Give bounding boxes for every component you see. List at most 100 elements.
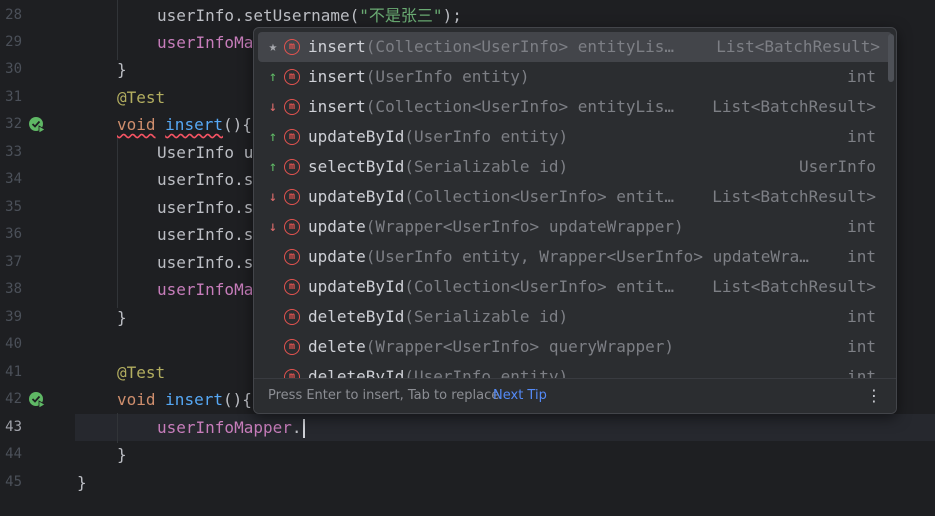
line-number: 36 (5, 226, 22, 242)
arrow-up-icon: ↑ (268, 129, 278, 145)
code-line: userInfo.s (157, 198, 254, 217)
star-icon: ★ (268, 39, 278, 55)
completion-item-type: int (847, 217, 876, 236)
completion-item[interactable]: m deleteById(Serializable id) int (254, 302, 896, 332)
completion-footer: Press Enter to insert, Tab to replace Ne… (254, 378, 896, 413)
method-icon: m (284, 369, 300, 378)
arrow-up-icon: ↑ (268, 159, 278, 175)
method-icon: m (284, 129, 300, 145)
code-line: userInfoMa (157, 33, 254, 52)
completion-item-name: insert(Collection<UserInfo> entityLis… (308, 97, 675, 116)
code-line: void insert(){ (117, 390, 252, 409)
line-number: 40 (5, 336, 22, 352)
completion-item-type: int (847, 127, 876, 146)
completion-item-name: update(Wrapper<UserInfo> updateWrapper) (308, 217, 684, 236)
line-number: 32 (5, 116, 22, 132)
line-number: 30 (5, 61, 22, 77)
method-icon: m (284, 279, 300, 295)
code-line: } (117, 308, 127, 327)
completion-item-type: List<BatchResult> (716, 37, 880, 56)
completion-item-name: deleteById(UserInfo entity) (308, 367, 569, 378)
text-caret (302, 419, 305, 438)
indent-guide (117, 0, 118, 60)
completion-item[interactable]: ↑ m selectById(Serializable id) UserInfo (254, 152, 896, 182)
completion-item-name: delete(Wrapper<UserInfo> queryWrapper) (308, 337, 675, 356)
line-number: 44 (5, 446, 22, 462)
completion-item-type: UserInfo (798, 157, 876, 176)
completion-item-name: updateById(Collection<UserInfo> entit… (308, 277, 675, 296)
completion-item-type: List<BatchResult> (712, 187, 876, 206)
code-line: userInfo.setUsername("不是张三"); (157, 6, 462, 25)
code-line: void insert(){ (117, 115, 252, 134)
more-options-icon[interactable]: ⋮ (866, 379, 882, 413)
completion-item[interactable]: m deleteById(UserInfo entity) int (254, 362, 896, 378)
completion-item-name: updateById(UserInfo entity) (308, 127, 569, 146)
gutter: 28 29 30 31 32 33 34 35 36 37 38 39 40 4… (0, 0, 75, 516)
completion-item[interactable]: ↓ m insert(Collection<UserInfo> entityLi… (254, 92, 896, 122)
completion-item[interactable]: ★ m insert(Collection<UserInfo> entityLi… (258, 32, 892, 62)
code-line: userInfo.s (157, 225, 254, 244)
method-icon: m (284, 189, 300, 205)
line-number: 42 (5, 391, 22, 407)
completion-item-type: int (847, 247, 876, 266)
method-icon: m (284, 309, 300, 325)
method-icon: m (284, 39, 300, 55)
completion-item[interactable]: m update(UserInfo entity, Wrapper<UserIn… (254, 242, 896, 272)
code-line: } (77, 473, 87, 492)
line-number: 41 (5, 364, 22, 380)
completion-item-type: List<BatchResult> (712, 277, 876, 296)
arrow-down-icon: ↓ (268, 189, 278, 205)
completion-item-type: int (847, 67, 876, 86)
line-number: 45 (5, 474, 22, 490)
method-icon: m (284, 339, 300, 355)
completion-item-type: int (847, 337, 876, 356)
completion-item-name: selectById(Serializable id) (308, 157, 569, 176)
code-line: @Test (117, 88, 166, 107)
completion-item-name: insert(Collection<UserInfo> entityLis… (308, 37, 675, 56)
completion-item[interactable]: ↓ m update(Wrapper<UserInfo> updateWrapp… (254, 212, 896, 242)
completion-item-type: int (847, 307, 876, 326)
completion-scrollbar[interactable] (888, 34, 894, 82)
arrow-down-icon: ↓ (268, 99, 278, 115)
code-line: userInfo.s (157, 253, 254, 272)
arrow-up-icon: ↑ (268, 69, 278, 85)
insert-hint-text: Press Enter to insert, Tab to replace (268, 388, 500, 403)
method-icon: m (284, 159, 300, 175)
method-icon: m (284, 219, 300, 235)
completion-item[interactable]: ↓ m updateById(Collection<UserInfo> enti… (254, 182, 896, 212)
line-number: 28 (5, 7, 22, 23)
line-number: 38 (5, 281, 22, 297)
completion-item[interactable]: m delete(Wrapper<UserInfo> queryWrapper)… (254, 332, 896, 362)
completion-list[interactable]: ★ m insert(Collection<UserInfo> entityLi… (254, 32, 896, 378)
line-number: 34 (5, 171, 22, 187)
line-number: 31 (5, 89, 22, 105)
completion-item-type: List<BatchResult> (712, 97, 876, 116)
line-number: 37 (5, 254, 22, 270)
method-icon: m (284, 249, 300, 265)
code-line-current[interactable]: userInfoMapper. (157, 414, 305, 441)
run-test-icon[interactable] (28, 391, 46, 409)
method-icon: m (284, 99, 300, 115)
completion-item[interactable]: m updateById(Collection<UserInfo> entit…… (254, 272, 896, 302)
next-tip-link[interactable]: Next Tip (493, 379, 547, 413)
code-line: } (117, 60, 127, 79)
completion-item-type: int (847, 367, 876, 378)
line-number: 35 (5, 199, 22, 215)
line-number-current: 43 (5, 419, 22, 435)
completion-item-name: insert(UserInfo entity) (308, 67, 530, 86)
line-number: 29 (5, 34, 22, 50)
code-line: } (117, 445, 127, 464)
line-number: 39 (5, 309, 22, 325)
code-line: userInfoMa (157, 280, 254, 299)
code-line: UserInfo u (157, 143, 254, 162)
indent-guide (117, 413, 118, 443)
code-line: userInfo.s (157, 170, 254, 189)
completion-item[interactable]: ↑ m updateById(UserInfo entity) int (254, 122, 896, 152)
line-number: 33 (5, 144, 22, 160)
arrow-down-icon: ↓ (268, 219, 278, 235)
code-completion-popup: ★ m insert(Collection<UserInfo> entityLi… (253, 27, 897, 414)
indent-guide (117, 138, 118, 308)
run-test-icon[interactable] (28, 116, 46, 134)
completion-item[interactable]: ↑ m insert(UserInfo entity) int (254, 62, 896, 92)
completion-item-name: updateById(Collection<UserInfo> entit… (308, 187, 675, 206)
